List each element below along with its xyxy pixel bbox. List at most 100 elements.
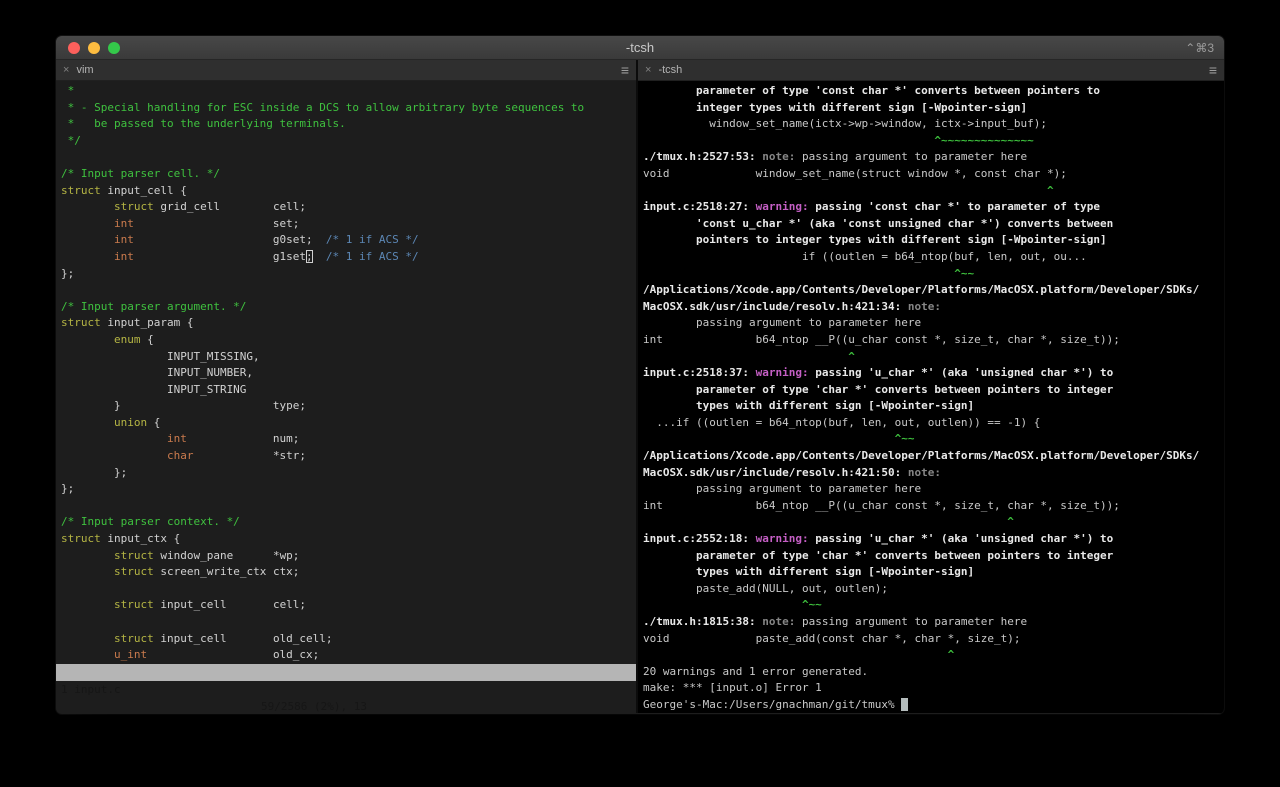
close-pane-icon[interactable]: × — [63, 64, 69, 76]
text-segment: passing argument to parameter here — [801, 150, 1028, 164]
terminal-line: ^ — [643, 647, 1224, 664]
text-segment: note: — [907, 465, 942, 479]
text-segment: note: — [762, 150, 802, 164]
text-segment: struct — [113, 548, 154, 562]
pane-menu-icon[interactable]: ≡ — [621, 63, 629, 77]
text-segment — [61, 565, 114, 578]
text-segment: int — [113, 249, 134, 263]
text-segment: num; — [186, 432, 300, 446]
terminal-line: ^ — [643, 183, 1224, 200]
text-segment: input_param { — [100, 316, 194, 330]
terminal-line: ^ — [643, 514, 1224, 531]
text-segment: { — [147, 415, 161, 429]
text-segment — [61, 233, 114, 246]
terminal-line: types with different sign [-Wpointer-sig… — [643, 564, 1224, 581]
text-segment: window_set_name(ictx->wp->window, ictx->… — [643, 117, 1047, 131]
terminal-line: passing argument to parameter here — [643, 315, 1224, 332]
terminal-line: INPUT_NUMBER, — [61, 365, 636, 382]
text-segment — [61, 632, 114, 645]
text-segment: parameter of type 'char *' converts betw… — [643, 382, 1114, 396]
text-segment: ^ — [643, 183, 1054, 197]
text-segment: int — [166, 432, 187, 446]
text-segment: 'const u_char *' (aka 'const unsigned ch… — [643, 216, 1114, 230]
terminal-line: struct input_cell old_cell; — [61, 631, 636, 648]
text-segment: passing 'const char *' to parameter of t… — [815, 200, 1100, 214]
terminal-line: /* Input parser cell. */ — [61, 166, 636, 183]
shell-pane-titlebar[interactable]: × -tcsh ≡ — [638, 60, 1224, 81]
vim-statusline: 1 input.c 59/2586 (2%), 13 (-1 ) — [56, 663, 636, 713]
vim-buffer[interactable]: * * - Special handling for ESC inside a … — [56, 81, 636, 664]
close-pane-icon[interactable]: × — [645, 64, 651, 76]
text-segment: MacOSX.sdk/usr/include/resolv.h:421:50: — [643, 465, 908, 479]
terminal-line: u_int old_cx; — [61, 647, 636, 664]
text-segment: void paste_add(const char *, char *, siz… — [643, 631, 1021, 645]
text-segment: input.c:2518:27: — [643, 200, 756, 214]
terminal-line: input.c:2552:18: warning: passing 'u_cha… — [643, 531, 1224, 548]
text-segment: int — [113, 216, 134, 230]
text-segment: INPUT_STRING — [61, 382, 247, 396]
terminal-line: George's-Mac:/Users/gnachman/git/tmux% — [643, 697, 1224, 713]
text-segment: struct — [61, 183, 101, 197]
text-segment: { — [140, 332, 154, 346]
text-segment: /* Input parser context. */ — [61, 515, 240, 529]
text-segment: old_cx; — [147, 648, 320, 662]
text-segment: *str; — [193, 449, 307, 463]
text-segment: parameter of type 'const char *' convert… — [643, 84, 1100, 97]
titlebar[interactable]: -tcsh ⌃⌘3 — [56, 36, 1224, 60]
text-segment: window_pane *wp; — [153, 548, 300, 562]
text-segment: MacOSX.sdk/usr/include/resolv.h:421:34: — [643, 299, 908, 313]
text-segment: /Applications/Xcode.app/Contents/Develop… — [643, 283, 1200, 297]
vim-status-position: 59/2586 (2%), 13 — [261, 699, 367, 713]
terminal-line: }; — [61, 266, 636, 283]
text-segment: paste_add(NULL, out, outlen); — [643, 581, 889, 595]
text-segment: integer types with different sign [-Wpoi… — [643, 100, 1028, 114]
text-segment: }; — [61, 266, 75, 280]
terminal-line: }; — [61, 481, 636, 498]
text-segment: * be passed to the underlying terminals. — [61, 117, 346, 131]
terminal-line: parameter of type 'const char *' convert… — [643, 83, 1224, 100]
text-segment: input_cell old_cell; — [153, 631, 333, 645]
pane-menu-icon[interactable]: ≡ — [1209, 63, 1217, 77]
terminal-line: ./tmux.h:2527:53: note: passing argument… — [643, 149, 1224, 166]
text-segment — [61, 250, 114, 263]
text-segment: ^~~~~~~~~~~~~~~ — [643, 133, 1034, 147]
text-segment: ^ — [643, 515, 1014, 529]
minimize-window-button[interactable] — [88, 41, 100, 54]
terminal-line: struct grid_cell cell; — [61, 199, 636, 216]
terminal-line: 20 warnings and 1 error generated. — [643, 664, 1224, 681]
terminal-line: } type; — [61, 398, 636, 415]
vim-pane-titlebar[interactable]: × vim ≡ — [56, 60, 636, 81]
terminal-line: struct window_pane *wp; — [61, 548, 636, 565]
shell-pane-title: -tcsh — [658, 64, 683, 76]
terminal-line: /* Input parser argument. */ — [61, 299, 636, 316]
terminal-line: int set; — [61, 216, 636, 233]
text-segment: passing 'u_char *' (aka 'unsigned char *… — [815, 532, 1114, 546]
shell-output[interactable]: parameter of type 'const char *' convert… — [638, 81, 1224, 713]
zoom-window-button[interactable] — [108, 41, 120, 54]
text-segment: }; — [61, 465, 128, 479]
terminal-line: ^~~ — [643, 266, 1224, 283]
text-segment: ^~~ — [643, 598, 822, 612]
terminal-line: make: *** [input.o] Error 1 — [643, 680, 1224, 697]
text-segment — [313, 250, 326, 263]
terminal-line: INPUT_MISSING, — [61, 349, 636, 366]
text-segment: struct — [113, 565, 154, 579]
terminal-line: parameter of type 'char *' converts betw… — [643, 382, 1224, 399]
text-segment — [61, 333, 114, 346]
text-segment: char — [166, 449, 194, 463]
text-segment — [61, 598, 114, 611]
terminal-line: pointers to integer types with different… — [643, 232, 1224, 249]
text-segment: types with different sign [-Wpointer-sig… — [643, 565, 975, 579]
traffic-lights — [56, 41, 120, 54]
text-segment: int b64_ntop __P((u_char const *, size_t… — [643, 332, 1120, 346]
terminal-line: int b64_ntop __P((u_char const *, size_t… — [643, 332, 1224, 349]
text-segment: /* 1 if ACS */ — [325, 233, 419, 247]
terminal-line: int num; — [61, 431, 636, 448]
text-segment: ...if ((outlen = b64_ntop(buf, len, out,… — [643, 415, 1041, 429]
text-segment: input.c:2552:18: — [643, 532, 756, 546]
close-window-button[interactable] — [68, 41, 80, 54]
text-segment: INPUT_NUMBER, — [61, 366, 254, 380]
